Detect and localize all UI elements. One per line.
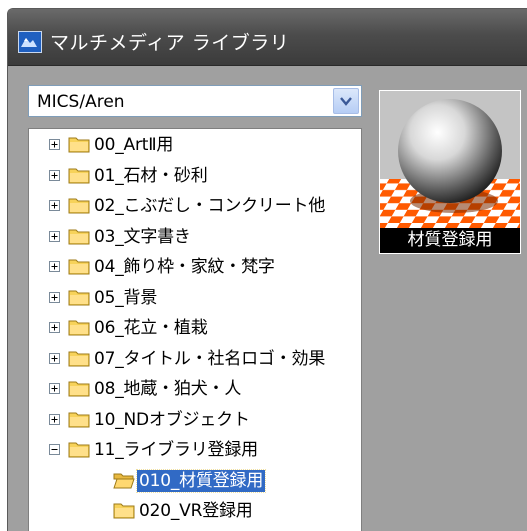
tree-child-label: 020_VR登録用 <box>139 501 253 521</box>
collapse-icon[interactable] <box>49 444 60 455</box>
tree-node-label: 01_石材・砂利 <box>94 165 208 186</box>
expand-icon[interactable] <box>49 230 60 242</box>
expand-icon[interactable] <box>49 200 60 211</box>
chevron-down-icon <box>340 97 352 106</box>
expand-icon[interactable] <box>49 291 60 303</box>
tree-node[interactable]: 07_タイトル・社名ロゴ・効果 <box>29 347 361 371</box>
tree-node[interactable]: 03_文字書き <box>29 225 361 249</box>
tree-node-label: 07_タイトル・社名ロゴ・効果 <box>94 348 326 369</box>
library-window: マルチメディア ライブラリ MICS/Aren 00_ArtⅡ用 01_石材・砂利… <box>7 8 527 531</box>
folder-icon <box>68 349 90 367</box>
tree-node-label: 11_ライブラリ登録用 <box>94 440 258 460</box>
expand-icon[interactable] <box>49 169 60 181</box>
tree-node[interactable]: 11_ライブラリ登録用 <box>29 438 361 462</box>
folder-icon <box>68 440 90 458</box>
expand-icon[interactable] <box>49 139 60 150</box>
tree-node[interactable]: 05_背景 <box>29 286 361 310</box>
tree-child-node[interactable]: 010_材質登録用 <box>29 468 361 493</box>
expand-icon[interactable] <box>49 352 60 364</box>
tree-node-label: 10_NDオブジェクト <box>94 409 250 430</box>
folder-icon <box>68 227 90 245</box>
folder-icon <box>68 379 90 397</box>
category-tree[interactable]: 00_ArtⅡ用 01_石材・砂利 02_こぶだし・コンクリート他 03_文字書き 04… <box>28 128 362 531</box>
library-selector-value: MICS/Aren <box>37 92 125 112</box>
library-selector[interactable]: MICS/Aren <box>28 85 362 117</box>
tree-node-label: 06_花立・植栽 <box>94 318 208 338</box>
material-preview-thumbnail[interactable]: 材質登録用 <box>379 90 521 254</box>
title-bar[interactable]: マルチメディア ライブラリ <box>8 9 527 66</box>
tree-node-label: 03_文字書き <box>94 226 191 247</box>
expand-icon[interactable] <box>49 413 60 425</box>
preview-caption: 材質登録用 <box>380 228 520 253</box>
tree-node-label: 04_飾り枠・家紋・梵字 <box>94 257 275 277</box>
material-sphere-icon <box>380 91 520 229</box>
folder-icon <box>68 318 90 336</box>
tree-node[interactable]: 01_石材・砂利 <box>29 164 361 188</box>
folder-icon <box>68 135 90 153</box>
tree-node-label: 05_背景 <box>94 287 158 308</box>
window-title: マルチメディア ライブラリ <box>50 32 290 54</box>
library-panel: MICS/Aren 00_ArtⅡ用 01_石材・砂利 02_こぶだし・コンクリート… <box>8 66 527 531</box>
folder-icon <box>113 501 135 519</box>
expand-icon[interactable] <box>49 261 60 272</box>
open-folder-icon <box>113 471 135 489</box>
tree-child-label: 010_材質登録用 <box>135 468 267 493</box>
tree-node[interactable]: 00_ArtⅡ用 <box>29 133 361 157</box>
tree-node-label: 02_こぶだし・コンクリート他 <box>94 196 326 216</box>
tree-node-label: 08_地蔵・狛犬・人 <box>94 379 242 399</box>
folder-icon <box>68 288 90 306</box>
tree-node[interactable]: 04_飾り枠・家紋・梵字 <box>29 255 361 279</box>
tree-node[interactable]: 02_こぶだし・コンクリート他 <box>29 194 361 218</box>
expand-icon[interactable] <box>49 383 60 394</box>
tree-child-node[interactable]: 020_VR登録用 <box>29 499 361 523</box>
folder-icon <box>68 257 90 275</box>
folder-icon <box>68 166 90 184</box>
folder-icon <box>68 410 90 428</box>
expand-icon[interactable] <box>49 322 60 333</box>
folder-icon <box>68 196 90 214</box>
tree-node[interactable]: 10_NDオブジェクト <box>29 408 361 432</box>
tree-node-label: 00_ArtⅡ用 <box>94 135 174 155</box>
library-selector-dropdown-button[interactable] <box>333 88 359 114</box>
tree-node[interactable]: 08_地蔵・狛犬・人 <box>29 377 361 401</box>
tree-node[interactable]: 06_花立・植栽 <box>29 316 361 340</box>
library-app-icon <box>18 31 42 53</box>
